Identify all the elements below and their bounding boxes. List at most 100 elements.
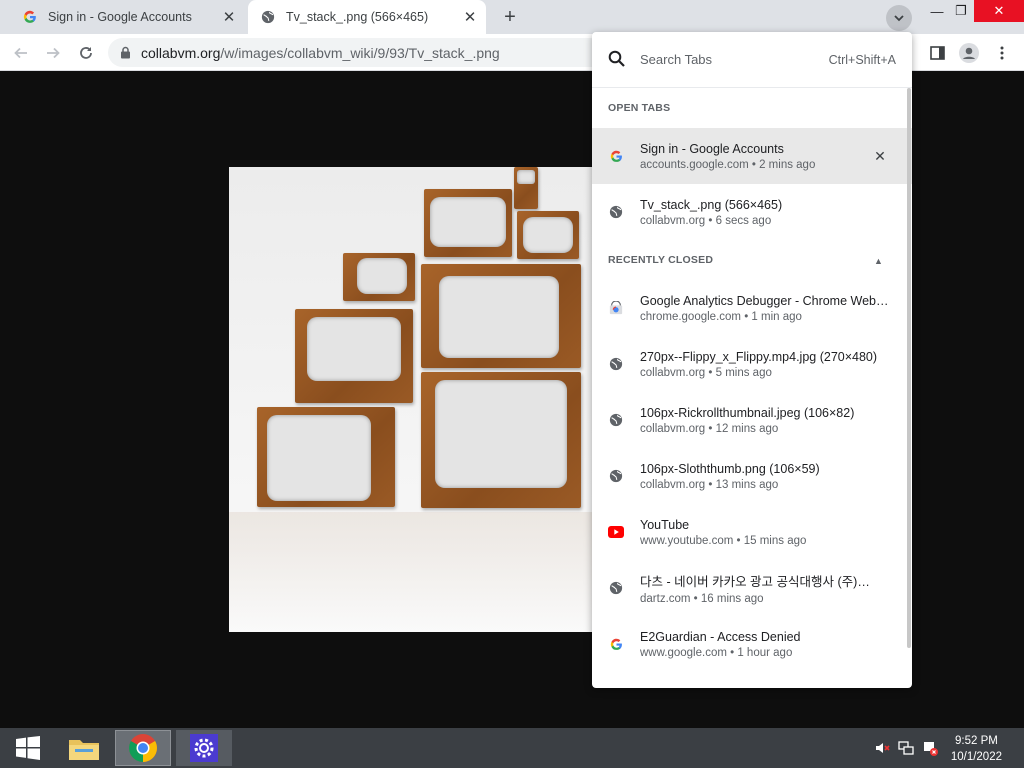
tab-item-title: YouTube	[640, 517, 690, 532]
tab-item-subtitle: collabvm.org • 13 mins ago	[640, 478, 779, 491]
tab-tv-stack[interactable]: Tv_stack_.png (566×465) ✕	[248, 0, 486, 34]
google-icon	[22, 9, 38, 25]
taskbar-file-explorer[interactable]	[56, 730, 112, 766]
image-reflection	[229, 512, 629, 632]
recently-closed-item[interactable]: Google Analytics Debugger - Chrome Web… …	[592, 280, 912, 336]
tab-title: Tv_stack_.png (566×465)	[286, 10, 429, 24]
globe-icon	[608, 204, 624, 220]
recently-closed-item[interactable]: 106px-Sloththumb.png (106×59) collabvm.o…	[592, 448, 912, 504]
back-button[interactable]	[8, 40, 34, 66]
reload-icon	[80, 47, 92, 59]
search-tabs-placeholder: Search Tabs	[640, 52, 713, 67]
tv-shape	[257, 407, 395, 507]
recently-closed-item[interactable]: 106px-Rickrollthumbnail.jpeg (106×82) co…	[592, 392, 912, 448]
chevron-down-icon	[894, 15, 904, 22]
kebab-menu-icon	[1000, 46, 1004, 60]
recently-closed-item[interactable]: 270px--Flippy_x_Flippy.mp4.jpg (270×480)…	[592, 336, 912, 392]
system-clock[interactable]: 9:52 PM 10/1/2022	[951, 733, 1002, 765]
search-icon	[608, 50, 628, 70]
chrome-icon	[129, 734, 157, 762]
tab-item-title: Tv_stack_.png (566×465)	[640, 197, 783, 212]
tv-shape	[517, 211, 579, 259]
tab-item-title: 106px-Sloththumb.png (106×59)	[640, 461, 820, 476]
url-host: collabvm.org	[141, 44, 221, 61]
tab-item-subtitle: accounts.google.com • 2 mins ago	[640, 158, 816, 171]
lock-icon	[120, 46, 131, 59]
new-tab-button[interactable]: +	[498, 5, 522, 29]
collapse-section-icon[interactable]: ▲	[874, 256, 883, 266]
windows-taskbar: 9:52 PM 10/1/2022	[0, 728, 1024, 768]
tab-item-title: Google Analytics Debugger - Chrome Web…	[640, 293, 889, 308]
avatar-icon	[959, 43, 979, 63]
network-icon[interactable]	[898, 740, 914, 756]
profile-button[interactable]	[956, 40, 982, 66]
tab-item-subtitle: www.google.com • 1 hour ago	[640, 646, 793, 659]
globe-icon	[608, 468, 624, 484]
tab-item-title: 106px-Rickrollthumbnail.jpeg (106×82)	[640, 405, 855, 420]
tab-item-subtitle: collabvm.org • 12 mins ago	[640, 422, 779, 435]
tab-item-subtitle: www.youtube.com • 15 mins ago	[640, 534, 807, 547]
close-tab-icon[interactable]: ✕	[870, 146, 890, 166]
tab-close-icon[interactable]: ✕	[460, 7, 480, 27]
tab-title: Sign in - Google Accounts	[48, 10, 192, 24]
tv-shape	[514, 167, 538, 209]
dropdown-scrollbar[interactable]	[907, 88, 911, 648]
tab-close-icon[interactable]: ✕	[219, 7, 239, 27]
globe-icon	[260, 9, 276, 25]
open-tab-item[interactable]: Tv_stack_.png (566×465) collabvm.org • 6…	[592, 184, 912, 240]
tab-search-dropdown: Search Tabs Ctrl+Shift+A OPEN TABS Sign …	[592, 32, 912, 688]
globe-icon	[608, 412, 624, 428]
clock-date: 10/1/2022	[950, 751, 1002, 763]
tab-search-bar[interactable]: Search Tabs Ctrl+Shift+A	[592, 32, 912, 88]
recently-closed-header: RECENTLY CLOSED	[608, 254, 714, 266]
tv-shape	[421, 372, 581, 508]
open-tabs-header: OPEN TABS	[608, 102, 671, 114]
gear-icon	[190, 734, 218, 762]
side-panel-button[interactable]	[924, 40, 950, 66]
forward-button[interactable]	[40, 40, 66, 66]
action-center-icon[interactable]	[922, 740, 938, 756]
google-icon	[608, 148, 624, 164]
reload-button[interactable]	[73, 40, 99, 66]
side-panel-icon	[929, 46, 945, 60]
youtube-icon	[608, 524, 624, 540]
tv-shape	[424, 189, 512, 257]
volume-muted-icon[interactable]	[874, 740, 890, 756]
tab-google-sign-in[interactable]: Sign in - Google Accounts ✕	[8, 0, 245, 34]
restore-button[interactable]: ❐	[946, 0, 976, 22]
tab-item-title: Sign in - Google Accounts	[640, 141, 784, 156]
recently-closed-item[interactable]: E2Guardian - Access Denied www.google.co…	[592, 616, 912, 672]
recently-closed-item[interactable]: 다츠 - 네이버 카카오 광고 공식대행사 (주)… dartz.com • 1…	[592, 560, 912, 616]
open-tab-item[interactable]: Sign in - Google Accounts accounts.googl…	[592, 128, 912, 184]
recently-closed-item[interactable]: YouTube www.youtube.com • 15 mins ago	[592, 504, 912, 560]
folder-icon	[69, 740, 99, 760]
tv-stack-image	[229, 167, 629, 632]
arrow-right-icon	[47, 47, 60, 59]
tab-item-subtitle: dartz.com • 16 mins ago	[640, 593, 764, 605]
webstore-icon	[608, 300, 624, 316]
windows-logo-icon	[16, 736, 40, 760]
arrow-left-icon	[14, 47, 27, 59]
tab-strip: Sign in - Google Accounts ✕ Tv_stack_.pn…	[0, 0, 1024, 34]
tab-item-title: 다츠 - 네이버 카카오 광고 공식대행사 (주)…	[640, 575, 870, 589]
clock-time: 9:52 PM	[955, 735, 998, 747]
start-button[interactable]	[0, 730, 56, 766]
tv-shape	[295, 309, 413, 403]
address-bar[interactable]: collabvm.org/w/images/collabvm_wiki/9/93…	[108, 38, 628, 67]
tab-item-subtitle: collabvm.org • 6 secs ago	[640, 214, 772, 227]
tab-item-subtitle: chrome.google.com • 1 min ago	[640, 310, 802, 323]
tab-item-subtitle: collabvm.org • 5 mins ago	[640, 366, 772, 379]
menu-button[interactable]	[989, 40, 1015, 66]
close-window-button[interactable]: ✕	[974, 0, 1024, 22]
globe-icon	[608, 580, 624, 596]
taskbar-chrome[interactable]	[115, 730, 171, 766]
google-icon	[608, 636, 624, 652]
search-shortcut-hint: Ctrl+Shift+A	[828, 52, 896, 67]
url-path: /w/images/collabvm_wiki/9/93/Tv_stack_.p…	[220, 44, 500, 61]
tab-search-button[interactable]	[886, 5, 912, 31]
globe-icon	[608, 356, 624, 372]
tv-shape	[343, 253, 415, 301]
tv-shape	[421, 264, 581, 368]
taskbar-settings[interactable]	[176, 730, 232, 766]
tab-item-title: E2Guardian - Access Denied	[640, 629, 801, 644]
